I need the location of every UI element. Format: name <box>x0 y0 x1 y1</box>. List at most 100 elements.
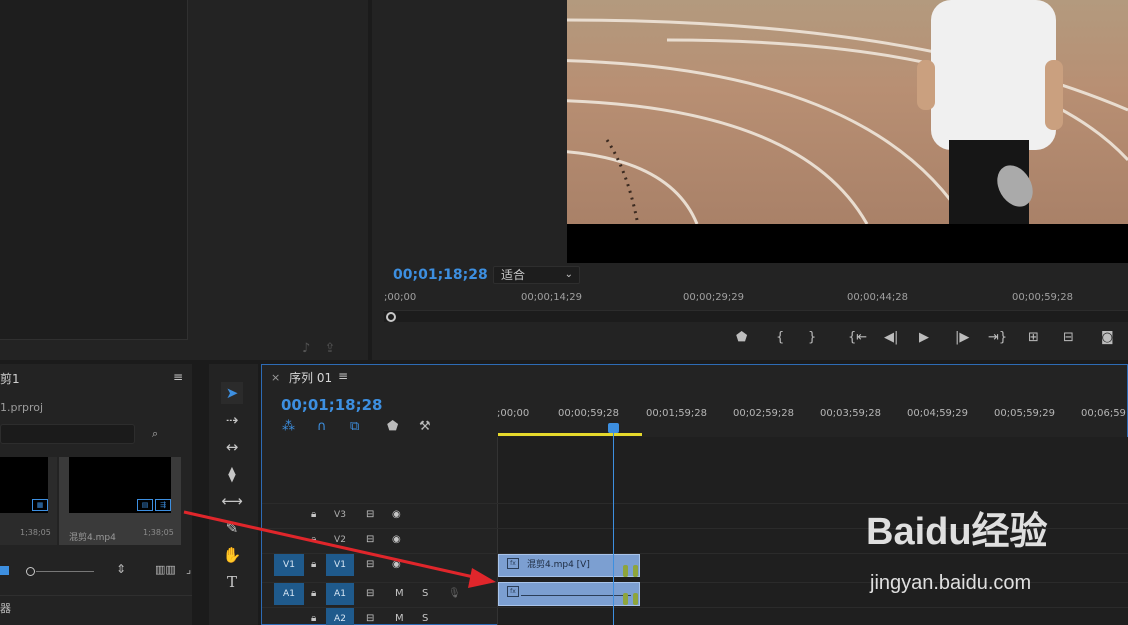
project-clip-thumbnail[interactable]: ▤ ⇶ 混剪4.mp4 1;38;05 <box>59 457 181 545</box>
source-patch-v1[interactable]: V1 <box>274 554 304 576</box>
eye-icon[interactable]: ◉ <box>392 554 401 576</box>
clip-duration: 1;38;05 <box>143 528 174 537</box>
pen-tool-icon[interactable]: ✎ <box>221 517 243 539</box>
project-clip-thumbnail[interactable]: ▦ 1;38;05 <box>0 457 57 545</box>
track-name[interactable]: V3 <box>326 504 354 526</box>
lift-icon[interactable]: ⊞ <box>1028 330 1039 345</box>
linked-selection-icon[interactable]: ⧉ <box>350 419 359 434</box>
track-name[interactable]: A1 <box>326 583 354 605</box>
lock-icon[interactable]: 🔒︎ <box>311 554 316 576</box>
clip-marker <box>633 565 638 577</box>
list-view-icon[interactable] <box>0 566 9 575</box>
playhead-line[interactable] <box>613 433 614 625</box>
lock-icon[interactable]: 🔒︎ <box>311 529 316 551</box>
close-icon[interactable]: × <box>271 371 280 384</box>
more-icon[interactable]: ⌟ <box>186 563 191 576</box>
drag-audio-icon[interactable]: ♪ <box>302 341 310 356</box>
lock-icon[interactable]: 🔒︎ <box>311 583 316 605</box>
timeline-timecode[interactable]: 00;01;18;28 <box>281 396 383 414</box>
fx-badge: fx <box>507 586 519 597</box>
program-timecode[interactable]: 00;01;18;28 <box>393 267 488 283</box>
premiere-workspace: ♪ ⇪ 00;01;18;28 适合 ⌄ ;00;00 00;00;14;29 … <box>0 0 1128 625</box>
ruler-tick-label: 00;02;59;28 <box>733 408 795 419</box>
track-select-tool-icon[interactable]: ⇢ <box>221 409 243 431</box>
tab-sequence[interactable]: 序列 01 <box>289 369 332 386</box>
export-frame-icon[interactable]: ◙ <box>1101 330 1114 345</box>
selection-tool-icon[interactable]: ➤ <box>221 382 243 404</box>
mute-button[interactable]: M <box>395 583 404 605</box>
program-scrub-bar[interactable] <box>384 310 1128 322</box>
go-to-in-icon[interactable]: {⇤ <box>848 330 867 345</box>
ruler-tick-label: 00;00;59;28 <box>558 408 620 419</box>
ripple-edit-tool-icon[interactable]: ↔ <box>221 436 243 458</box>
hand-tool-icon[interactable]: ✋ <box>221 544 243 566</box>
audio-clip[interactable]: fx <box>498 582 640 606</box>
mark-in-icon[interactable]: { <box>776 330 784 345</box>
mute-button[interactable]: M <box>395 608 404 625</box>
program-video-frame <box>567 0 1128 263</box>
ruler-tick-label: ;00;00 <box>497 408 530 419</box>
watermark-logo-text: Baidu经验 <box>866 511 1048 553</box>
fit-dropdown[interactable]: 适合 ⌄ <box>493 266 580 284</box>
audio-icon: ⇶ <box>155 499 171 511</box>
effects-panel-tab[interactable]: 器 <box>0 595 192 625</box>
step-forward-icon[interactable]: |▶ <box>955 330 969 345</box>
video-clip[interactable]: fx 混剪4.mp4 [V] <box>498 554 640 577</box>
type-tool-icon[interactable]: T <box>221 571 243 593</box>
slip-tool-icon[interactable]: ⟷ <box>221 490 243 512</box>
add-marker-icon[interactable]: ⬟ <box>387 419 398 434</box>
program-time-ruler[interactable]: ;00;00 00;00;14;29 00;00;29;29 00;00;44;… <box>384 290 1128 312</box>
go-to-out-icon[interactable]: ⇥} <box>988 330 1007 345</box>
video-frame-image <box>567 0 1128 225</box>
export-icon[interactable]: ⇪ <box>324 341 335 356</box>
solo-button[interactable]: S <box>422 608 428 625</box>
lock-icon[interactable]: 🔒︎ <box>311 504 316 526</box>
audio-waveform <box>521 595 631 596</box>
eye-icon[interactable]: ◉ <box>392 529 401 551</box>
clip-marker <box>633 593 638 605</box>
sync-lock-icon[interactable]: ⊟ <box>366 529 374 551</box>
snap-magnet-icon[interactable]: ∩ <box>317 419 327 434</box>
program-transport-controls: ⬟ { } {⇤ ◀| ▶ |▶ ⇥} ⊞ ⊟ ◙ <box>730 330 1128 350</box>
zoom-slider-track[interactable] <box>36 571 94 572</box>
settings-wrench-icon[interactable]: ⚒ <box>419 419 431 434</box>
playhead-handle[interactable] <box>608 423 619 433</box>
clip-duration: 1;38;05 <box>20 528 51 537</box>
solo-button[interactable]: S <box>422 583 428 605</box>
razor-tool-icon[interactable]: ⧫ <box>221 463 243 485</box>
ruler-tick-label: 00;00;59;28 <box>1012 292 1074 303</box>
zoom-slider-handle[interactable] <box>26 567 35 576</box>
scrub-handle[interactable] <box>386 312 396 322</box>
timeline-menu-icon[interactable]: ≡ <box>338 369 348 383</box>
extract-icon[interactable]: ⊟ <box>1063 330 1074 345</box>
project-panel-title[interactable]: 剪1 <box>0 370 20 387</box>
ruler-tick-label: 00;01;59;28 <box>646 408 708 419</box>
eye-icon[interactable]: ◉ <box>392 504 401 526</box>
lock-icon[interactable]: 🔒︎ <box>311 608 316 625</box>
source-patch-a1[interactable]: A1 <box>274 583 304 605</box>
work-area-bar[interactable] <box>498 433 642 436</box>
search-icon[interactable]: ⌕ <box>152 427 158 441</box>
marker-icon[interactable]: ⬟ <box>736 330 747 345</box>
sync-lock-icon[interactable]: ⊟ <box>366 583 374 605</box>
mark-out-icon[interactable]: } <box>808 330 816 345</box>
microphone-icon[interactable]: 🎙︎ <box>448 583 461 605</box>
project-search-input[interactable] <box>0 424 135 444</box>
sync-lock-icon[interactable]: ⊟ <box>366 504 374 526</box>
sync-lock-icon[interactable]: ⊟ <box>366 554 374 576</box>
project-menu-icon[interactable]: ≡ <box>173 370 183 384</box>
track-name[interactable]: V2 <box>326 529 354 551</box>
track-name[interactable]: V1 <box>326 554 354 576</box>
sync-lock-icon[interactable]: ⊟ <box>366 608 374 625</box>
nest-icon[interactable]: ⁂ <box>282 419 295 434</box>
track-name[interactable]: A2 <box>326 608 354 625</box>
project-file-name: 1.prproj <box>0 401 44 414</box>
play-icon[interactable]: ▶ <box>919 330 929 345</box>
ruler-tick-label: 00;06;59 <box>1081 408 1126 419</box>
automate-icon[interactable]: ▥▥ <box>155 563 176 576</box>
project-bottom-toolbar: ⇕ ▥▥ ⌟ <box>0 562 192 582</box>
clip-marker <box>623 565 628 577</box>
source-monitor-area <box>0 0 188 340</box>
step-back-icon[interactable]: ◀| <box>884 330 898 345</box>
sort-icon[interactable]: ⇕ <box>116 562 126 576</box>
